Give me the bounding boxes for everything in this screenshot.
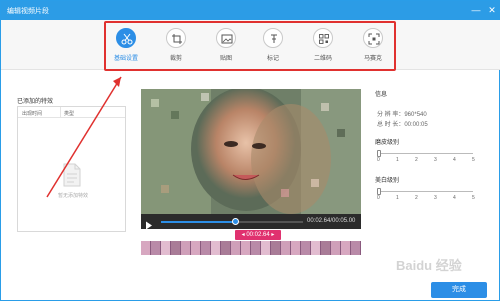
- filmstrip-frame: [161, 241, 171, 255]
- filmstrip-frame: [241, 241, 251, 255]
- tick-label: 1: [396, 195, 399, 201]
- duration-row: 总 时 长：00:00:05: [377, 119, 428, 128]
- editor-window: 编辑视频片段 — ✕ 基础设置 裁剪 贴图 标记 二维码 马赛克 已添加的特效 …: [0, 0, 500, 301]
- filmstrip-frame: [231, 241, 241, 255]
- info-panel: 信息 分 辨 率：960*540 总 时 长：00:00:05 磨皮级别 0 1…: [375, 89, 490, 201]
- effects-panel: 已添加的特效 出现时间 类型 暂无添加特效: [17, 96, 126, 232]
- filmstrip-frame: [301, 241, 311, 255]
- filmstrip-frame: [251, 241, 261, 255]
- time-marker-label: 00:02.64: [246, 232, 270, 238]
- tick-label: 0: [377, 157, 380, 163]
- column-time: 出现时间: [22, 111, 43, 117]
- whitening-slider[interactable]: [377, 188, 473, 195]
- tick-label: 4: [453, 157, 456, 163]
- play-icon[interactable]: [145, 217, 153, 235]
- minimize-button[interactable]: —: [469, 3, 483, 17]
- smoothing-slider[interactable]: [377, 150, 473, 157]
- tick-label: 3: [434, 157, 437, 163]
- toolbar-highlight-box: [104, 21, 396, 71]
- time-display: 00:02.64/00:05.00: [307, 218, 356, 224]
- slider-knob[interactable]: [377, 188, 381, 195]
- player-controls: 00:02.64/00:05.00: [141, 214, 361, 230]
- resolution-value: 960*540: [404, 112, 427, 118]
- effects-heading: 已添加的特效: [17, 99, 54, 105]
- filmstrip-frame: [191, 241, 201, 255]
- filmstrip-frame: [341, 241, 351, 255]
- filmstrip-frame: [321, 241, 331, 255]
- filmstrip-frame: [201, 241, 211, 255]
- info-heading: 信息: [375, 92, 388, 98]
- tick-label: 2: [415, 157, 418, 163]
- duration-label: 总 时 长：: [377, 122, 405, 128]
- progress-knob[interactable]: [232, 218, 240, 225]
- filmstrip-frame: [271, 241, 281, 255]
- close-button[interactable]: ✕: [485, 3, 499, 17]
- empty-list-text: 暂无添加特效: [57, 193, 88, 199]
- filmstrip-frame: [311, 241, 321, 255]
- filmstrip[interactable]: [141, 241, 361, 255]
- smoothing-heading: 磨皮级别: [375, 140, 400, 146]
- progress-bar[interactable]: [161, 218, 303, 225]
- video-preview[interactable]: [141, 89, 361, 229]
- filmstrip-frame: [151, 241, 161, 255]
- resolution-label: 分 辨 率：: [377, 112, 405, 118]
- filmstrip-frame: [261, 241, 271, 255]
- time-marker[interactable]: ◂ 00:02.64 ▸: [235, 230, 281, 240]
- tick-label: 1: [396, 157, 399, 163]
- tick-label: 5: [472, 195, 475, 201]
- filmstrip-frame: [351, 241, 361, 255]
- filmstrip-frame: [211, 241, 221, 255]
- resolution-row: 分 辨 率：960*540: [377, 109, 427, 118]
- filmstrip-frame: [281, 241, 291, 255]
- effects-list-header: 出现时间 类型: [18, 107, 125, 118]
- filmstrip-frame: [181, 241, 191, 255]
- finish-button[interactable]: 完成: [431, 282, 487, 298]
- watermark-logo: Baidu 经验: [396, 258, 462, 273]
- filmstrip-frame: [141, 241, 151, 255]
- effects-list[interactable]: 出现时间 类型 暂无添加特效: [17, 106, 126, 232]
- progress-fill: [161, 221, 236, 223]
- title-bar: 编辑视频片段 — ✕: [1, 1, 500, 20]
- filmstrip-frame: [221, 241, 231, 255]
- tick-label: 0: [377, 195, 380, 201]
- slider-knob[interactable]: [377, 150, 381, 157]
- filmstrip-frame: [291, 241, 301, 255]
- empty-document-icon: [62, 163, 82, 192]
- filmstrip-frame: [331, 241, 341, 255]
- duration-value: 00:00:05: [404, 122, 428, 128]
- tick-label: 5: [472, 157, 475, 163]
- whitening-heading: 美白级别: [375, 178, 400, 184]
- window-title: 编辑视频片段: [7, 8, 49, 15]
- filmstrip-frame: [171, 241, 181, 255]
- tick-label: 3: [434, 195, 437, 201]
- column-type: 类型: [64, 111, 75, 117]
- tick-label: 4: [453, 195, 456, 201]
- tick-label: 2: [415, 195, 418, 201]
- video-frame: [141, 89, 361, 214]
